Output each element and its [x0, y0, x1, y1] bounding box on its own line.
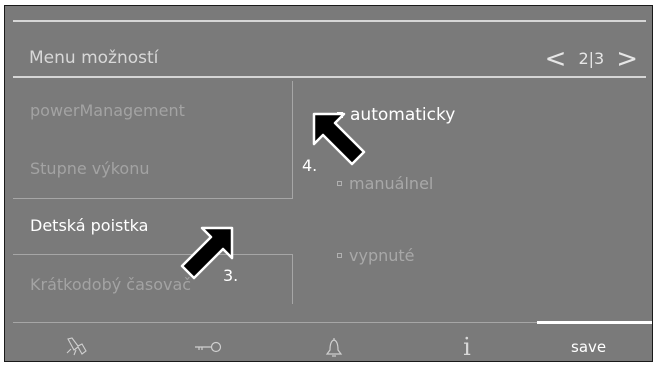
menu-title: Menu možností [29, 48, 159, 68]
pointer-arrow-icon [180, 226, 234, 280]
touch-lock-icon [66, 337, 87, 356]
save-indicator-line [537, 321, 652, 324]
bottom-divider [13, 322, 537, 323]
pointer-arrow-icon [312, 112, 366, 166]
next-page-button[interactable]: > [616, 46, 638, 72]
top-divider [13, 20, 646, 22]
previous-page-button[interactable]: < [545, 46, 567, 72]
menu-item-child-lock[interactable]: Detská poistka [30, 218, 148, 234]
alarm-button[interactable] [319, 335, 349, 359]
list-divider [13, 198, 293, 199]
header-divider [13, 76, 646, 78]
appliance-display: Menu možností < 2|3 > powerManagement St… [4, 5, 653, 362]
menu-item-power-management[interactable]: powerManagement [30, 103, 185, 119]
info-icon: i [463, 333, 471, 361]
option-radio-box [337, 181, 342, 186]
option-label: manuálnel [349, 174, 434, 193]
key-icon [195, 341, 222, 353]
touch-lock-button[interactable] [62, 335, 92, 359]
option-manual[interactable]: manuálnel [337, 174, 433, 193]
option-off[interactable]: vypnuté [337, 246, 415, 265]
menu-item-power-levels[interactable]: Stupne výkonu [30, 161, 150, 177]
option-label: vypnuté [349, 246, 415, 265]
list-divider [13, 254, 293, 255]
column-separator [292, 81, 293, 199]
info-button[interactable]: i [452, 335, 482, 359]
save-button[interactable]: save [571, 338, 606, 356]
key-button[interactable] [193, 335, 223, 359]
menu-item-short-timer[interactable]: Krátkodobý časovač [30, 277, 191, 293]
pager: < 2|3 > [545, 46, 638, 72]
bell-icon [325, 338, 343, 357]
page-indicator: 2|3 [578, 49, 605, 68]
column-separator [292, 254, 293, 304]
option-radio-box [337, 253, 342, 258]
